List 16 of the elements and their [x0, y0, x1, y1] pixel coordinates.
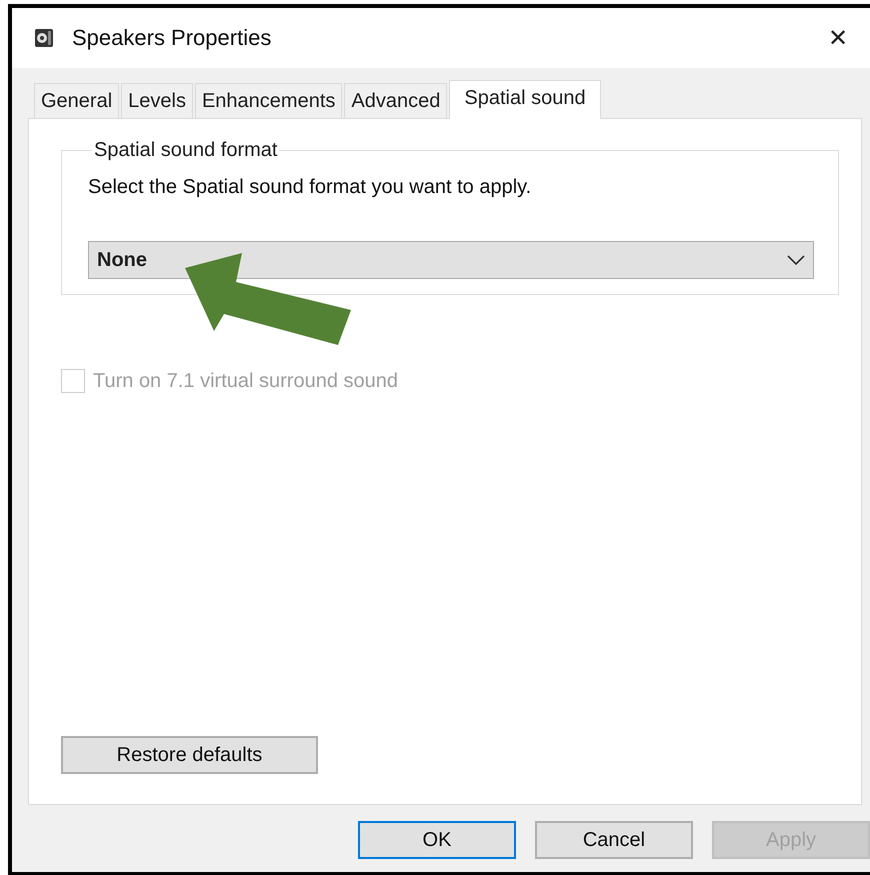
speaker-icon [34, 28, 54, 48]
format-dropdown[interactable]: None [88, 241, 814, 279]
window-title: Speakers Properties [72, 25, 272, 51]
tab[interactable]: Advanced [344, 83, 448, 118]
tab[interactable]: Spatial sound [449, 80, 601, 119]
restore-defaults-button[interactable]: Restore defaults [61, 736, 318, 774]
tab[interactable]: Enhancements [194, 83, 342, 118]
chevron-down-icon [787, 255, 805, 265]
tab[interactable]: Levels [121, 83, 193, 118]
instruction-text: Select the Spatial sound format you want to apply. [88, 176, 532, 199]
group-title: Spatial sound format [93, 139, 278, 162]
tab[interactable]: General [34, 83, 120, 118]
dialog-button[interactable]: Cancel [535, 821, 693, 859]
dialog-button[interactable]: OK [358, 821, 516, 859]
close-button[interactable]: ✕ [808, 24, 868, 52]
checkbox-label: Turn on 7.1 virtual surround sound [93, 370, 398, 392]
